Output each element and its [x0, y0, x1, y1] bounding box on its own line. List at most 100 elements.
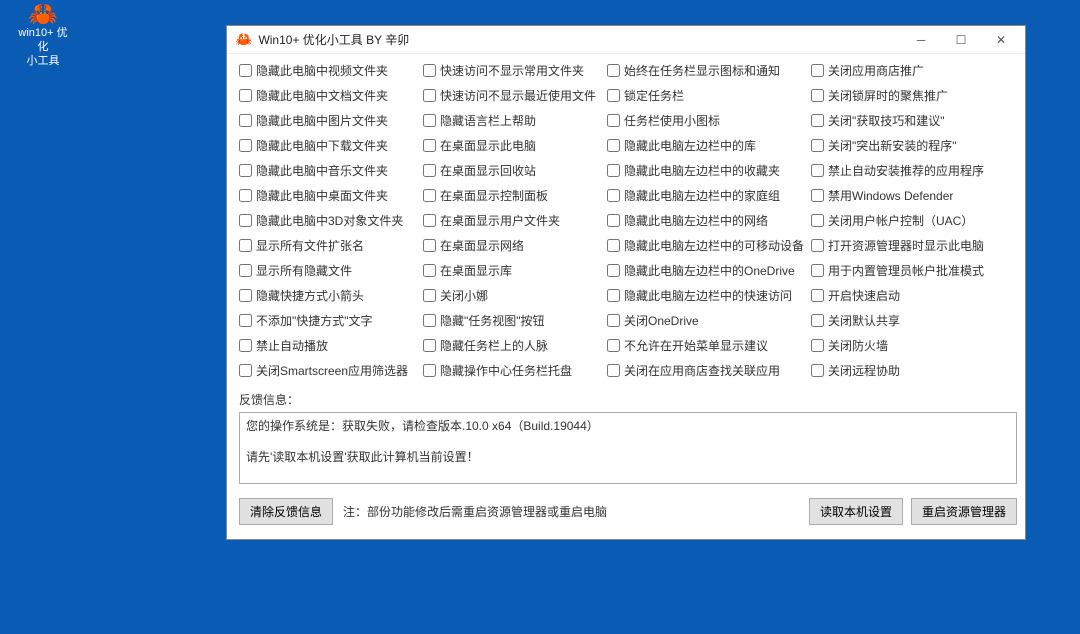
checkbox[interactable] — [423, 139, 436, 152]
checkbox-item[interactable]: 隐藏此电脑左边栏中的家庭组 — [607, 187, 807, 204]
checkbox[interactable] — [607, 214, 620, 227]
checkbox-item[interactable]: 关闭Smartscreen应用筛选器 — [239, 362, 419, 379]
checkbox-item[interactable]: 隐藏任务栏上的人脉 — [423, 337, 603, 354]
checkbox[interactable] — [607, 364, 620, 377]
checkbox[interactable] — [811, 64, 824, 77]
clear-feedback-button[interactable]: 清除反馈信息 — [239, 498, 333, 525]
checkbox[interactable] — [607, 189, 620, 202]
checkbox-item[interactable]: 隐藏此电脑中3D对象文件夹 — [239, 212, 419, 229]
checkbox[interactable] — [811, 289, 824, 302]
checkbox[interactable] — [811, 239, 824, 252]
checkbox-item[interactable]: 不添加"快捷方式"文字 — [239, 312, 419, 329]
checkbox[interactable] — [607, 89, 620, 102]
checkbox[interactable] — [607, 64, 620, 77]
checkbox-item[interactable]: 隐藏操作中心任务栏托盘 — [423, 362, 603, 379]
checkbox-item[interactable]: 打开资源管理器时显示此电脑 — [811, 237, 1011, 254]
checkbox[interactable] — [811, 164, 824, 177]
checkbox-item[interactable]: 始终在任务栏显示图标和通知 — [607, 62, 807, 79]
checkbox[interactable] — [239, 314, 252, 327]
checkbox-item[interactable]: 隐藏"任务视图"按钮 — [423, 312, 603, 329]
checkbox[interactable] — [239, 64, 252, 77]
close-button[interactable]: ✕ — [981, 28, 1021, 52]
checkbox[interactable] — [423, 164, 436, 177]
checkbox[interactable] — [811, 114, 824, 127]
maximize-button[interactable]: ☐ — [941, 28, 981, 52]
checkbox-item[interactable]: 关闭远程协助 — [811, 362, 1011, 379]
checkbox[interactable] — [423, 114, 436, 127]
checkbox[interactable] — [607, 289, 620, 302]
checkbox[interactable] — [423, 364, 436, 377]
checkbox-item[interactable]: 显示所有文件扩张名 — [239, 237, 419, 254]
checkbox[interactable] — [423, 89, 436, 102]
checkbox-item[interactable]: 关闭应用商店推广 — [811, 62, 1011, 79]
checkbox-item[interactable]: 隐藏此电脑左边栏中的库 — [607, 137, 807, 154]
checkbox-item[interactable]: 隐藏此电脑中下载文件夹 — [239, 137, 419, 154]
checkbox[interactable] — [239, 239, 252, 252]
checkbox[interactable] — [423, 339, 436, 352]
checkbox-item[interactable]: 显示所有隐藏文件 — [239, 262, 419, 279]
checkbox[interactable] — [607, 339, 620, 352]
checkbox-item[interactable]: 在桌面显示控制面板 — [423, 187, 603, 204]
checkbox[interactable] — [423, 289, 436, 302]
checkbox[interactable] — [239, 264, 252, 277]
checkbox[interactable] — [607, 314, 620, 327]
checkbox[interactable] — [239, 89, 252, 102]
checkbox[interactable] — [239, 339, 252, 352]
checkbox-item[interactable]: 禁止自动安装推荐的应用程序 — [811, 162, 1011, 179]
checkbox-item[interactable]: 隐藏此电脑中图片文件夹 — [239, 112, 419, 129]
checkbox-item[interactable]: 任务栏使用小图标 — [607, 112, 807, 129]
checkbox[interactable] — [811, 339, 824, 352]
checkbox[interactable] — [423, 314, 436, 327]
checkbox[interactable] — [423, 189, 436, 202]
checkbox-item[interactable]: 关闭用户帐户控制（UAC） — [811, 212, 1011, 229]
checkbox-item[interactable]: 隐藏此电脑中视频文件夹 — [239, 62, 419, 79]
checkbox[interactable] — [811, 364, 824, 377]
feedback-textarea[interactable]: 您的操作系统是：获取失败，请检查版本.10.0 x64（Build.19044）… — [239, 412, 1017, 484]
checkbox-item[interactable]: 隐藏快捷方式小箭头 — [239, 287, 419, 304]
checkbox-item[interactable]: 用于内置管理员帐户批准模式 — [811, 262, 1011, 279]
checkbox-item[interactable]: 关闭OneDrive — [607, 312, 807, 329]
checkbox[interactable] — [423, 264, 436, 277]
minimize-button[interactable]: ─ — [901, 28, 941, 52]
restart-explorer-button[interactable]: 重启资源管理器 — [911, 498, 1017, 525]
checkbox[interactable] — [811, 264, 824, 277]
checkbox-item[interactable]: 锁定任务栏 — [607, 87, 807, 104]
checkbox-item[interactable]: 隐藏语言栏上帮助 — [423, 112, 603, 129]
checkbox-item[interactable]: 在桌面显示此电脑 — [423, 137, 603, 154]
checkbox-item[interactable]: 隐藏此电脑中桌面文件夹 — [239, 187, 419, 204]
checkbox-item[interactable]: 禁止自动播放 — [239, 337, 419, 354]
checkbox-item[interactable]: 关闭小娜 — [423, 287, 603, 304]
checkbox-item[interactable]: 隐藏此电脑左边栏中的收藏夹 — [607, 162, 807, 179]
checkbox[interactable] — [811, 214, 824, 227]
checkbox[interactable] — [811, 314, 824, 327]
checkbox[interactable] — [607, 264, 620, 277]
checkbox-item[interactable]: 在桌面显示回收站 — [423, 162, 603, 179]
checkbox-item[interactable]: 快速访问不显示最近使用文件 — [423, 87, 603, 104]
checkbox-item[interactable]: 关闭默认共享 — [811, 312, 1011, 329]
checkbox-item[interactable]: 隐藏此电脑左边栏中的网络 — [607, 212, 807, 229]
checkbox[interactable] — [239, 139, 252, 152]
checkbox-item[interactable]: 开启快速启动 — [811, 287, 1011, 304]
checkbox-item[interactable]: 关闭在应用商店查找关联应用 — [607, 362, 807, 379]
desktop-shortcut[interactable]: 🦀 win10+ 优化 小工具 — [18, 8, 68, 68]
checkbox[interactable] — [239, 214, 252, 227]
checkbox-item[interactable]: 隐藏此电脑中文档文件夹 — [239, 87, 419, 104]
checkbox[interactable] — [423, 64, 436, 77]
checkbox-item[interactable]: 关闭锁屏时的聚焦推广 — [811, 87, 1011, 104]
checkbox[interactable] — [423, 239, 436, 252]
checkbox[interactable] — [239, 164, 252, 177]
checkbox[interactable] — [811, 139, 824, 152]
checkbox[interactable] — [423, 214, 436, 227]
read-settings-button[interactable]: 读取本机设置 — [809, 498, 903, 525]
checkbox[interactable] — [811, 89, 824, 102]
checkbox-item[interactable]: 在桌面显示用户文件夹 — [423, 212, 603, 229]
checkbox-item[interactable]: 隐藏此电脑左边栏中的快速访问 — [607, 287, 807, 304]
checkbox[interactable] — [239, 189, 252, 202]
checkbox[interactable] — [607, 164, 620, 177]
checkbox[interactable] — [239, 364, 252, 377]
checkbox-item[interactable]: 隐藏此电脑左边栏中的可移动设备 — [607, 237, 807, 254]
checkbox[interactable] — [811, 189, 824, 202]
checkbox[interactable] — [239, 289, 252, 302]
checkbox-item[interactable]: 关闭防火墙 — [811, 337, 1011, 354]
checkbox-item[interactable]: 隐藏此电脑左边栏中的OneDrive — [607, 262, 807, 279]
